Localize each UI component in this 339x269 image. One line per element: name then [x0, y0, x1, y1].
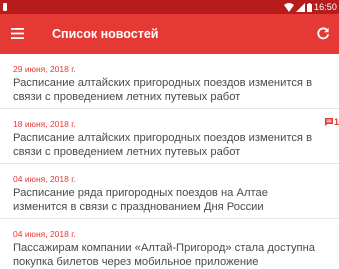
battery-icon: [306, 2, 312, 12]
news-title-line: Расписание алтайских пригородных поездов…: [13, 77, 313, 89]
page-title: Список новостей: [52, 27, 159, 41]
news-title: Расписание алтайских пригородных поездов…: [13, 131, 333, 159]
comment-icon: [324, 118, 333, 126]
comment-badge: 1: [324, 117, 339, 127]
news-title: Расписание ряда пригородных поездов на А…: [13, 186, 333, 214]
news-date: 18 июня, 2018 г.: [13, 119, 76, 129]
news-item[interactable]: 29 июня, 2018 г. Расписание алтайских пр…: [0, 54, 339, 109]
sim-icon: [3, 3, 7, 11]
news-item[interactable]: 04 июня, 2018 г. Расписание ряда пригоро…: [0, 164, 339, 219]
screen: 16:50 Список новостей 29 июня, 2018 г. Р…: [0, 0, 339, 269]
news-title-line: Расписание алтайских пригородных поездов…: [13, 132, 313, 144]
status-time: 16:50: [313, 2, 337, 12]
news-list: 29 июня, 2018 г. Расписание алтайских пр…: [0, 54, 339, 269]
news-item[interactable]: 04 июня, 2018 г. Пассажирам компании «Ал…: [0, 219, 339, 269]
status-bar: 16:50: [0, 0, 339, 14]
wifi-icon: [283, 2, 294, 12]
status-left: [3, 0, 7, 14]
news-title: Расписание алтайских пригородных поездов…: [13, 76, 333, 104]
news-title-line: Пассажирам компании «Алтай-Пригород» ста…: [13, 242, 315, 254]
news-date: 29 июня, 2018 г.: [13, 64, 76, 74]
refresh-icon[interactable]: [316, 27, 330, 41]
status-right: 16:50: [283, 0, 337, 14]
news-item[interactable]: 18 июня, 2018 г. 1 Расписание алтайских …: [0, 109, 339, 164]
news-title-line: связи с проведением летних путевых работ: [13, 91, 241, 103]
news-title: Пассажирам компании «Алтай-Пригород» ста…: [13, 241, 333, 269]
news-date: 04 июня, 2018 г.: [13, 174, 76, 184]
app-bar: Список новостей: [0, 14, 339, 54]
news-date: 04 июня, 2018 г.: [13, 229, 76, 239]
news-title-line: покупка билетов через мобильное приложен…: [13, 256, 259, 268]
news-title-line: связи с проведением летних путевых работ: [13, 146, 241, 158]
signal-icon: [295, 2, 305, 12]
news-title-line: Расписание ряда пригородных поездов на А…: [13, 187, 268, 199]
news-title-line: изменится в связи с празднованием Дня Ро…: [13, 201, 264, 213]
menu-icon[interactable]: [11, 28, 24, 39]
badge-count: 1: [333, 117, 339, 127]
